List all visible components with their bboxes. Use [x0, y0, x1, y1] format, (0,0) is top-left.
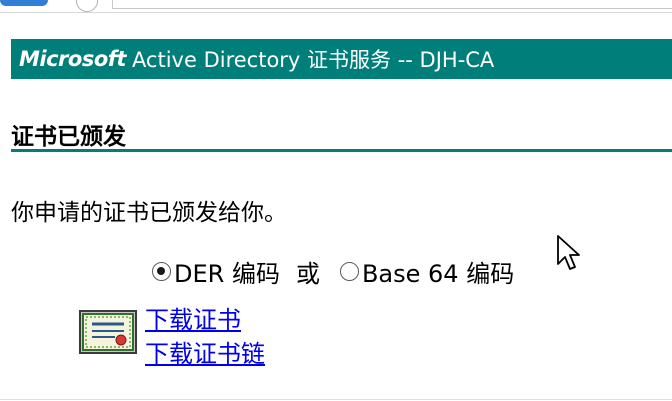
encoding-separator: 或 [295, 259, 320, 288]
browser-button[interactable] [0, 0, 48, 6]
certificate-icon [79, 310, 137, 354]
download-chain-link[interactable]: 下载证书链 [145, 334, 265, 369]
address-bar[interactable] [112, 0, 672, 9]
header-bar: Microsoft Active Directory 证书服务 -- DJH-C… [11, 39, 672, 79]
browser-chrome-strip [0, 0, 672, 13]
header-title: Active Directory 证书服务 -- DJH-CA [131, 48, 495, 72]
der-encoding-label[interactable]: DER 编码 [174, 254, 280, 289]
der-encoding-radio[interactable] [152, 261, 171, 281]
issued-message: 你申请的证书已颁发给你。 [11, 200, 287, 226]
browser-circle-button[interactable] [76, 0, 98, 12]
section-title: 证书已颁发 [11, 124, 126, 150]
base64-encoding-label[interactable]: Base 64 编码 [362, 254, 514, 289]
download-cert-link[interactable]: 下载证书 [145, 300, 241, 335]
bottom-divider [0, 399, 672, 400]
section-divider [11, 149, 672, 152]
brand-logo-text: Microsoft [19, 47, 126, 71]
base64-encoding-radio[interactable] [339, 261, 359, 281]
encoding-options: DER 编码 或 Base 64 编码 [152, 254, 514, 289]
mouse-cursor-icon [557, 235, 580, 270]
